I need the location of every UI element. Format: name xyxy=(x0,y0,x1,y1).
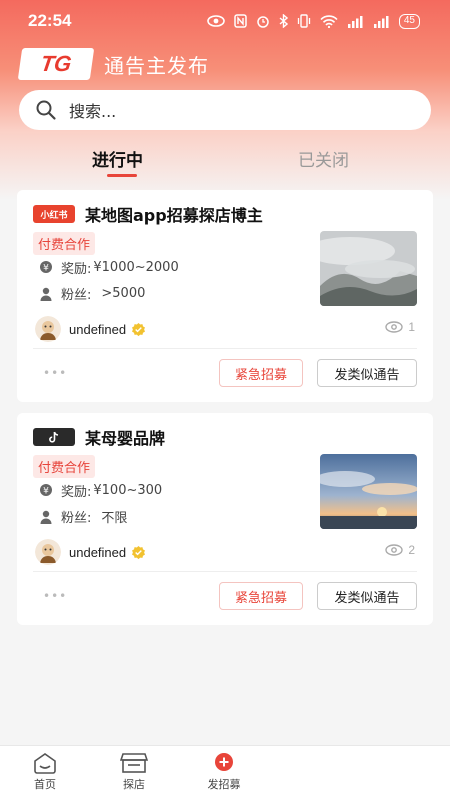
signal-icon xyxy=(347,15,363,28)
vibrate-icon xyxy=(297,14,311,28)
search-bar[interactable]: 搜索... xyxy=(19,90,431,130)
paid-tag: 付费合作 xyxy=(33,232,96,255)
tab-indicator xyxy=(107,174,137,177)
urgent-recruit-button[interactable]: 紧急招募 xyxy=(219,582,303,610)
card-divider xyxy=(33,571,417,572)
fans-value: >5000 xyxy=(101,286,146,301)
job-card[interactable]: 某母婴品牌 付费合作 ¥ 奖励: ¥100~300 粉丝: 不限 undefin… xyxy=(17,413,433,625)
user-icon xyxy=(40,510,52,524)
fans-label: 粉丝: xyxy=(61,511,92,526)
username: undefined xyxy=(69,321,127,337)
post-similar-button[interactable]: 发类似通告 xyxy=(317,582,417,610)
sunset-sky-image xyxy=(320,454,417,529)
status-time: 22:54 xyxy=(28,11,72,30)
nav-publish[interactable]: 发招募 xyxy=(194,752,254,792)
eye-icon xyxy=(385,321,404,333)
more-options-button[interactable]: ••• xyxy=(43,589,67,603)
nav-explore-label: 探店 xyxy=(123,778,145,791)
svg-text:¥: ¥ xyxy=(43,486,49,496)
reward-icon: ¥ xyxy=(40,260,52,273)
urgent-recruit-button[interactable]: 紧急招募 xyxy=(219,359,303,387)
avatar xyxy=(35,316,61,342)
reward-label: 奖励: xyxy=(61,485,92,500)
app-logo: TG xyxy=(17,48,95,80)
view-count-value: 2 xyxy=(408,543,415,557)
reward-row: ¥ 奖励: ¥100~300 xyxy=(39,481,162,500)
nav-home[interactable]: 首页 xyxy=(15,752,75,792)
signal-icon xyxy=(373,15,389,28)
fans-label: 粉丝: xyxy=(61,288,92,303)
view-count: 2 xyxy=(385,543,415,557)
search-input[interactable]: 搜索... xyxy=(69,98,116,122)
bottom-nav: 首页 探店 发招募 xyxy=(0,745,450,800)
eye-icon xyxy=(207,15,225,27)
bluetooth-icon xyxy=(279,14,288,28)
battery-indicator: 45 xyxy=(398,13,420,29)
nav-publish-label: 发招募 xyxy=(207,778,241,791)
tab-in-progress[interactable]: 进行中 xyxy=(92,146,143,171)
nav-explore[interactable]: 探店 xyxy=(104,752,164,792)
fans-row: 粉丝: >5000 xyxy=(39,284,145,303)
reward-label: 奖励: xyxy=(61,262,92,277)
fans-row: 粉丝: 不限 xyxy=(39,507,127,526)
user-icon xyxy=(40,287,52,301)
tab-bar: 进行中 已关闭 xyxy=(0,140,450,180)
eye-icon xyxy=(385,544,404,556)
fans-value: 不限 xyxy=(101,511,128,526)
publisher-row: undefined xyxy=(35,316,146,342)
username: undefined xyxy=(69,544,127,560)
reward-value: ¥1000~2000 xyxy=(93,260,179,275)
page-title: 通告主发布 xyxy=(104,53,209,78)
reward-icon: ¥ xyxy=(40,483,52,496)
alarm-icon xyxy=(257,16,269,28)
nfc-icon xyxy=(234,14,247,28)
tab-closed[interactable]: 已关闭 xyxy=(298,146,349,171)
view-count-value: 1 xyxy=(408,320,415,334)
card-divider xyxy=(33,348,417,349)
verified-badge-icon xyxy=(132,545,146,559)
publisher-row: undefined xyxy=(35,539,146,565)
search-icon xyxy=(36,100,56,120)
card-title: 某母婴品牌 xyxy=(85,429,166,448)
more-options-button[interactable]: ••• xyxy=(43,366,67,380)
paid-tag: 付费合作 xyxy=(33,455,96,478)
card-title: 某地图app招募探店博主 xyxy=(85,206,263,225)
card-header: 某母婴品牌 xyxy=(33,425,165,449)
reward-value: ¥100~300 xyxy=(93,483,163,498)
shop-icon xyxy=(120,753,148,773)
status-icons: 45 xyxy=(207,13,420,29)
view-count: 1 xyxy=(385,320,415,334)
misty-mountain-image xyxy=(320,231,417,306)
job-card[interactable]: 小红书 某地图app招募探店博主 付费合作 ¥ 奖励: ¥1000~2000 粉… xyxy=(17,190,433,402)
status-bar: 22:54 45 xyxy=(0,0,450,42)
home-icon xyxy=(34,753,56,774)
verified-badge-icon xyxy=(132,322,146,336)
reward-row: ¥ 奖励: ¥1000~2000 xyxy=(39,258,179,277)
wifi-icon xyxy=(320,14,338,28)
xiaohongshu-badge: 小红书 xyxy=(33,205,75,223)
avatar xyxy=(35,539,61,565)
tiktok-icon xyxy=(33,428,75,446)
card-header: 小红书 某地图app招募探店博主 xyxy=(33,202,263,226)
nav-home-label: 首页 xyxy=(34,778,56,791)
brand-header: TG 通告主发布 xyxy=(17,48,209,80)
post-similar-button[interactable]: 发类似通告 xyxy=(317,359,417,387)
publish-icon xyxy=(215,753,233,771)
svg-text:¥: ¥ xyxy=(43,263,49,273)
